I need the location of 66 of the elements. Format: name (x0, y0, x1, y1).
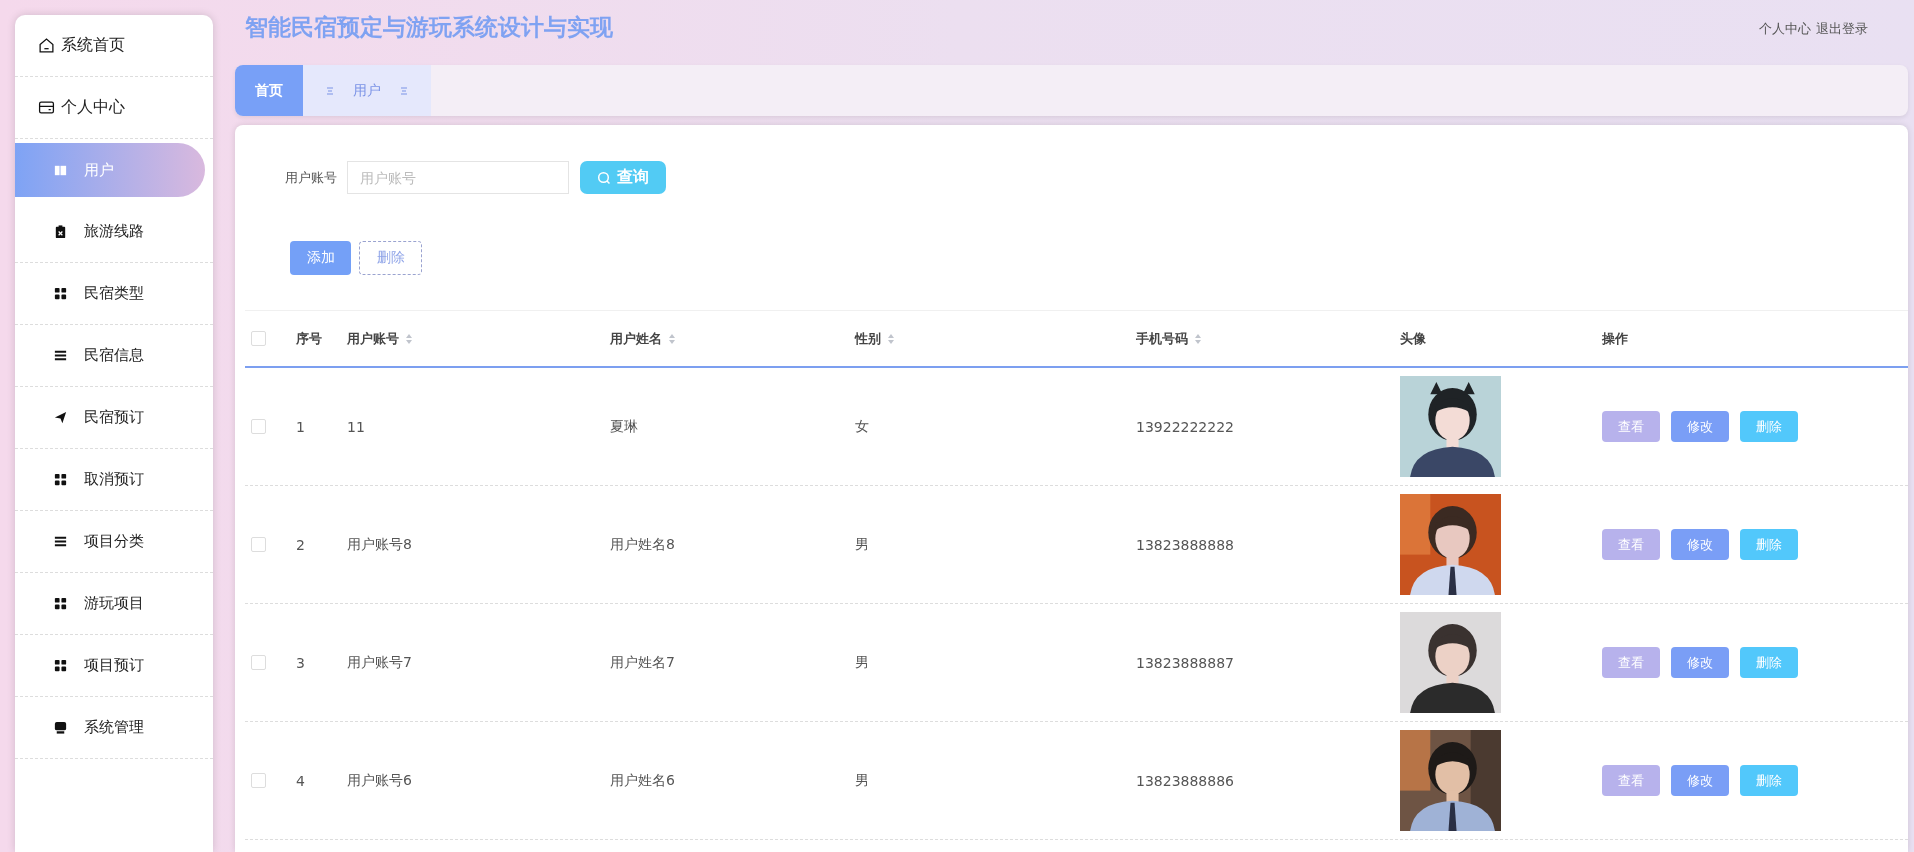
sidebar-item[interactable]: 取消预订 (15, 449, 213, 511)
table-cell: 男 (855, 771, 869, 790)
table-cell: 3 (296, 654, 305, 671)
app-title: 智能民宿预定与游玩系统设计与实现 (245, 13, 613, 42)
paper-plane-icon (53, 410, 68, 425)
header-link[interactable]: 个人中心 (1759, 19, 1811, 38)
table-cell: 男 (855, 535, 869, 554)
table-cell: 用户姓名8 (610, 535, 675, 554)
sidebar-item[interactable]: 旅游线路 (15, 201, 213, 263)
table-cell: 13922222222 (1136, 418, 1234, 435)
column-header[interactable]: 用户账号 (347, 329, 399, 348)
column-header[interactable]: 操作 (1602, 329, 1628, 348)
table-cell: 4 (296, 772, 305, 789)
search-field[interactable]: 用户账号 (347, 161, 569, 194)
card-icon (38, 99, 55, 116)
clipboard-icon (53, 224, 68, 239)
grid-icon (53, 596, 68, 611)
sort-icon[interactable] (668, 332, 676, 345)
table-cell: 13823888888 (1136, 536, 1234, 553)
table-cell: 2 (296, 536, 305, 553)
table-cell: 1 (296, 418, 305, 435)
table-cell: 男 (855, 653, 869, 672)
sidebar-item[interactable]: 系统管理 (15, 697, 213, 759)
checkbox[interactable] (251, 419, 266, 434)
table-cell: 用户账号6 (347, 771, 412, 790)
table-cell: 11 (347, 418, 365, 435)
search-icon (597, 170, 611, 185)
sidebar-item[interactable]: 系统首页 (15, 15, 213, 77)
table-cell: 13823888886 (1136, 772, 1234, 789)
home-icon (38, 37, 55, 54)
monitor-icon (53, 720, 68, 735)
column-header[interactable]: 用户姓名 (610, 329, 662, 348)
table-cell: 用户账号8 (347, 535, 412, 554)
sort-icon[interactable] (405, 332, 413, 345)
menu-icon (399, 85, 409, 96)
table-cell: 13823888887 (1136, 654, 1234, 671)
table-cell: 夏琳 (610, 417, 638, 436)
grid-icon (53, 286, 68, 301)
grid-icon (53, 658, 68, 673)
column-header[interactable]: 手机号码 (1136, 329, 1188, 348)
sidebar-item[interactable]: 民宿信息 (15, 325, 213, 387)
sort-icon[interactable] (887, 332, 895, 345)
sidebar-item[interactable]: 民宿预订 (15, 387, 213, 449)
sidebar-item[interactable]: 项目预订 (15, 635, 213, 697)
column-header[interactable]: 头像 (1400, 329, 1426, 348)
sidebar-item[interactable]: 个人中心 (15, 77, 213, 139)
table-cell: 女 (855, 417, 869, 436)
sidebar-item[interactable]: 民宿类型 (15, 263, 213, 325)
sidebar-item[interactable]: 项目分类 (15, 511, 213, 573)
table-cell: 用户账号7 (347, 653, 412, 672)
grid-icon (53, 472, 68, 487)
checkbox[interactable] (251, 331, 266, 346)
sort-icon[interactable] (1194, 332, 1202, 345)
sidebar-item[interactable]: 游玩项目 (15, 573, 213, 635)
list-icon (53, 348, 68, 363)
table-cell: 用户姓名7 (610, 653, 675, 672)
checkbox[interactable] (251, 537, 266, 552)
table-cell: 用户姓名6 (610, 771, 675, 790)
list-icon (53, 534, 68, 549)
checkbox[interactable] (251, 773, 266, 788)
menu-icon (325, 85, 335, 96)
field-label: 用户账号 (285, 168, 337, 187)
column-header[interactable]: 序号 (296, 329, 322, 348)
header-link[interactable]: 退出登录 (1816, 19, 1868, 38)
column-header[interactable]: 性别 (855, 329, 881, 348)
checkbox[interactable] (251, 655, 266, 670)
